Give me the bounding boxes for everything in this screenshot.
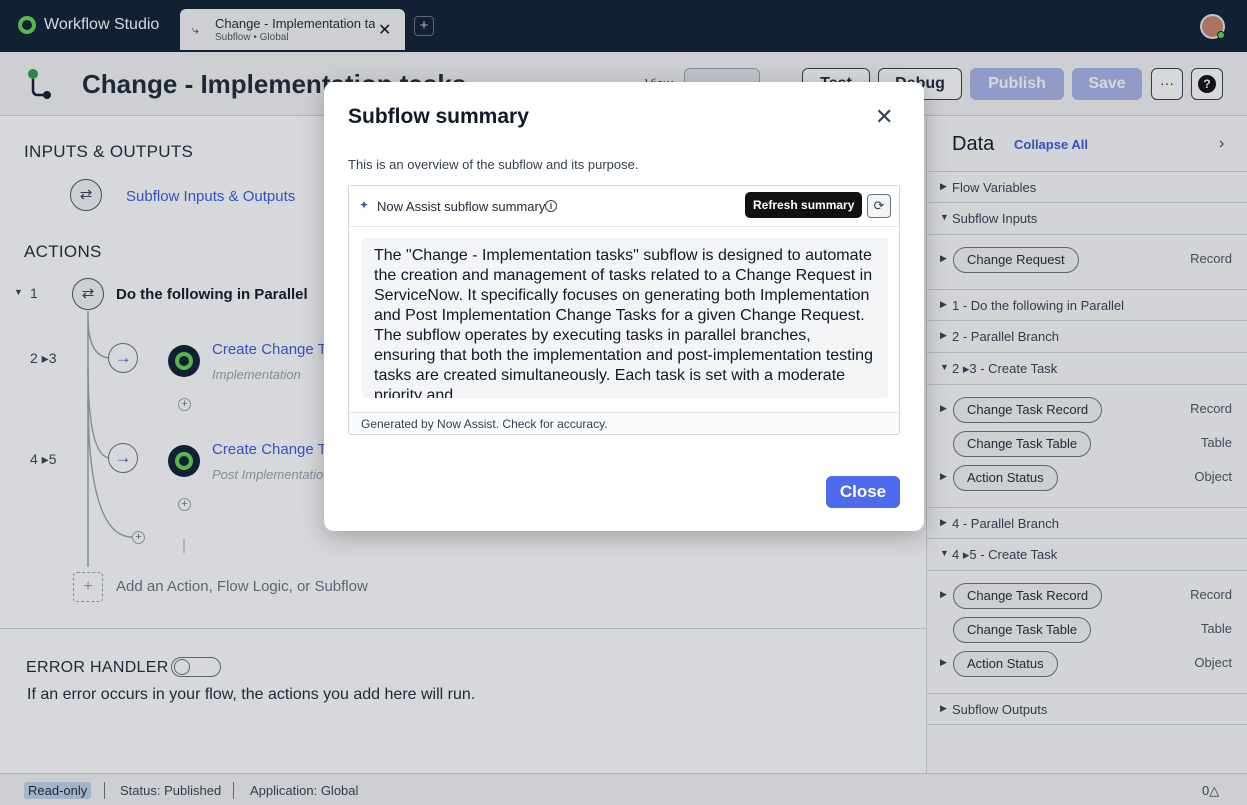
refresh-summary-button[interactable]: ⟳	[867, 194, 891, 218]
modal-title: Subflow summary	[348, 105, 529, 128]
summary-label: Now Assist subflow summary	[377, 199, 546, 214]
summary-footer: Generated by Now Assist. Check for accur…	[349, 412, 899, 434]
close-icon[interactable]: ✕	[875, 104, 893, 130]
summary-box: ✦ Now Assist subflow summary i Refresh s…	[348, 185, 900, 435]
close-button[interactable]: Close	[826, 476, 900, 508]
modal-description: This is an overview of the subflow and i…	[348, 157, 639, 172]
info-icon[interactable]: i	[545, 200, 557, 212]
subflow-summary-modal: Subflow summary ✕ This is an overview of…	[324, 82, 924, 531]
refresh-tooltip: Refresh summary	[745, 192, 863, 218]
modal-backdrop[interactable]: Subflow summary ✕ This is an overview of…	[0, 0, 1247, 805]
sparkle-icon: ✦	[359, 198, 370, 212]
summary-text-area[interactable]: The "Change - Implementation tasks" subf…	[362, 238, 888, 398]
summary-text: The "Change - Implementation tasks" subf…	[374, 247, 873, 398]
summary-header: ✦ Now Assist subflow summary i Refresh s…	[349, 186, 899, 227]
